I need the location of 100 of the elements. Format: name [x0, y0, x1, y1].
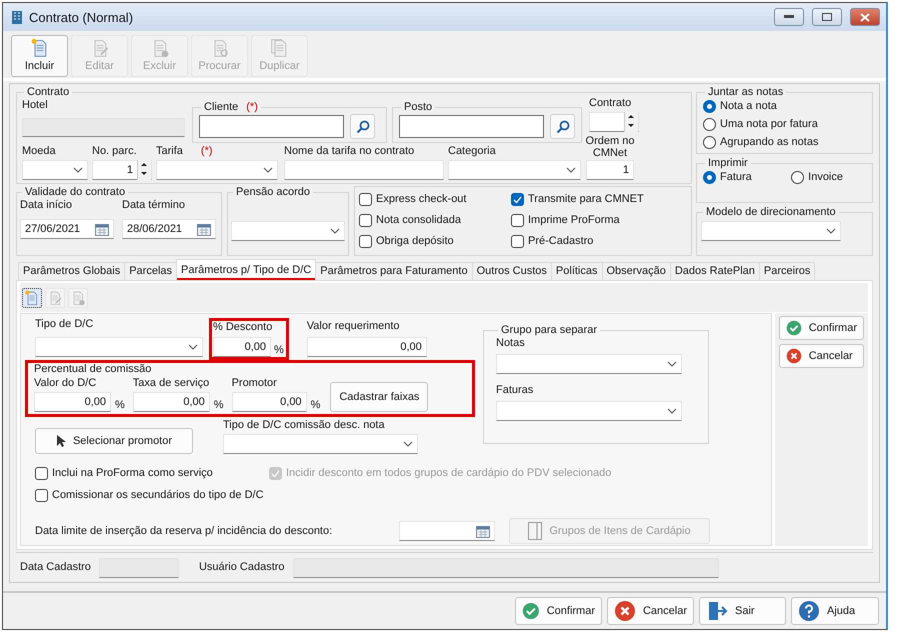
minimize-button[interactable] [774, 8, 804, 26]
tab[interactable]: Parceiros [758, 262, 816, 280]
checkbox-option[interactable]: Express check-out [359, 192, 511, 207]
checkbox-option[interactable]: Inclui na ProForma como serviço [35, 466, 269, 481]
radio-button[interactable] [703, 171, 716, 184]
radio-option[interactable]: Agrupando as notas [703, 135, 868, 150]
field-label: Nome da tarifa no contrato [284, 145, 416, 158]
maximize-button[interactable] [812, 8, 842, 26]
dc-type-dropdown[interactable] [35, 337, 203, 357]
register-ranges-button[interactable]: Cadastrar faixas [330, 382, 428, 412]
commission-field[interactable]: 0,00 [34, 392, 111, 412]
toolbar-button[interactable]: Incluir [11, 35, 68, 77]
date-field[interactable]: 27/06/2021 [20, 219, 114, 239]
checkbox[interactable] [511, 235, 524, 248]
action-button[interactable]: Confirmar [515, 597, 602, 625]
spin-buttons[interactable] [137, 160, 151, 180]
checkbox-option[interactable]: Pré-Cadastro [511, 234, 685, 249]
field-label: Valor requerimento [306, 320, 401, 333]
post-field[interactable] [399, 115, 544, 138]
calendar-icon [476, 524, 490, 538]
model-dropdown[interactable] [701, 220, 841, 240]
radio-button[interactable] [703, 136, 716, 149]
search-button[interactable] [350, 114, 375, 139]
window-title: Contrato (Normal) [29, 10, 134, 24]
currency-dropdown[interactable] [22, 160, 88, 180]
requirement-field[interactable]: 0,00 [306, 337, 427, 357]
group-title: Contrato [26, 86, 70, 99]
tab[interactable]: Parâmetros p/ Tipo de D/C [176, 259, 316, 280]
radio-option[interactable]: Nota a nota [703, 99, 868, 114]
radio-option[interactable]: Fatura [703, 170, 752, 185]
category-dropdown[interactable] [448, 160, 581, 180]
commission-field[interactable]: 0,00 [232, 392, 307, 412]
checkbox[interactable] [35, 489, 48, 502]
cursor-icon [56, 434, 66, 448]
notes-dropdown[interactable] [496, 354, 682, 374]
commission-type-dropdown[interactable] [223, 434, 418, 454]
field-label: Tarifa (*) [156, 145, 214, 158]
side-button[interactable]: Cancelar [778, 344, 864, 368]
panel-icon [528, 522, 542, 540]
unit-label: % [310, 399, 320, 412]
action-button[interactable]: Ajuda [791, 597, 879, 625]
field-label: Valor do D/C [34, 377, 98, 390]
close-icon [860, 12, 870, 22]
group-title: Cliente (*) [203, 101, 259, 114]
invoices-dropdown[interactable] [496, 401, 682, 421]
close-button[interactable] [850, 8, 880, 26]
field-label: % Desconto [213, 321, 274, 334]
checkbox-option[interactable]: Obriga depósito [359, 234, 511, 249]
radio-button[interactable] [703, 118, 716, 131]
radio-option[interactable]: Uma nota por fatura [703, 117, 868, 132]
search-icon [356, 120, 370, 134]
checkbox[interactable] [359, 193, 372, 206]
group-title: Modelo de direcionamento [705, 206, 837, 218]
checkbox[interactable] [359, 214, 372, 227]
commission-field[interactable]: 0,00 [132, 392, 210, 412]
group-title: Validade do contrato [24, 186, 126, 199]
date-field[interactable]: 28/06/2021 [122, 219, 216, 239]
discount-field[interactable]: 0,00 [213, 337, 271, 357]
checkbox-option[interactable]: Comissionar os secundários do tipo de D/C [35, 488, 269, 503]
rate-dropdown[interactable] [156, 160, 278, 180]
field-label: Moeda [22, 145, 57, 158]
new-button[interactable] [22, 288, 42, 308]
checkbox-option[interactable]: Transmite para CMNET [511, 192, 685, 207]
check-icon [271, 470, 280, 478]
building-icon [11, 10, 23, 24]
rate-name-field[interactable] [284, 160, 444, 180]
contract-number-field[interactable] [589, 112, 639, 132]
checkbox[interactable] [511, 214, 524, 227]
radio-button[interactable] [791, 171, 804, 184]
checkbox-option[interactable]: Nota consolidada [359, 213, 511, 228]
board-dropdown[interactable] [231, 221, 345, 241]
checkbox[interactable] [511, 193, 524, 206]
side-button[interactable]: Confirmar [778, 316, 864, 340]
exit-door-icon [706, 600, 728, 622]
checkbox[interactable] [359, 235, 372, 248]
hotel-field[interactable] [22, 118, 185, 137]
created-date-field[interactable] [98, 558, 179, 578]
field-label: Usuário Cadastro [198, 561, 285, 574]
created-user-field[interactable] [292, 558, 719, 578]
field-value: 0,00 [244, 340, 266, 354]
group-title: Pensão acordo [235, 186, 311, 199]
checkbox[interactable] [35, 467, 48, 480]
action-button[interactable]: Cancelar [607, 597, 694, 625]
date-field[interactable] [399, 521, 495, 541]
field-label: Data início [20, 199, 73, 212]
select-promoter-button[interactable]: Selecionar promotor [35, 428, 193, 454]
field-value: 27/06/2021 [25, 222, 80, 236]
tab[interactable]: Parâmetros Globais [18, 262, 126, 280]
field-label: Ordem no CMNet [584, 135, 636, 159]
search-button[interactable] [550, 114, 575, 139]
field-label: Categoria [448, 145, 497, 158]
radio-option[interactable]: Invoice [791, 170, 843, 185]
order-field[interactable]: 1 [586, 160, 634, 180]
checkbox-option[interactable]: Imprime ProForma [511, 213, 685, 228]
action-button[interactable]: Sair [699, 597, 786, 625]
field-value: 1 [126, 164, 133, 176]
installments-field[interactable]: 1 [92, 160, 152, 180]
radio-button[interactable] [703, 100, 716, 113]
client-field[interactable] [199, 115, 344, 138]
field-label: Notas [496, 337, 526, 350]
